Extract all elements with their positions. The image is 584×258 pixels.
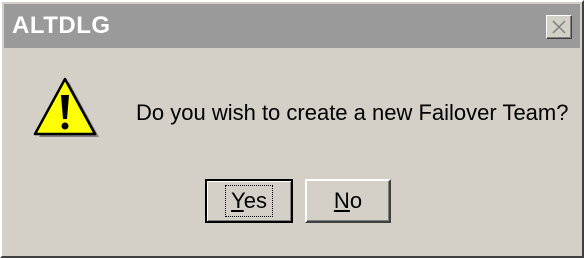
no-mnemonic: N (333, 188, 350, 213)
close-icon (552, 20, 566, 34)
no-label-rest: o (349, 188, 363, 213)
yes-button-label: Yes (225, 185, 273, 217)
window-title: ALTDLG (12, 12, 111, 39)
dialog-message: Do you wish to create a new Failover Tea… (136, 100, 569, 125)
close-button[interactable] (546, 15, 572, 39)
title-bar[interactable]: ALTDLG (4, 4, 580, 48)
dialog-window: ALTDLG Do you wish to create a new Failo… (0, 0, 584, 258)
yes-mnemonic: Y (231, 188, 244, 213)
yes-button[interactable]: Yes (205, 179, 293, 223)
yes-label-rest: es (243, 188, 267, 213)
warning-icon (33, 77, 99, 137)
no-button[interactable]: No (305, 179, 391, 223)
no-button-label: No (329, 186, 367, 216)
